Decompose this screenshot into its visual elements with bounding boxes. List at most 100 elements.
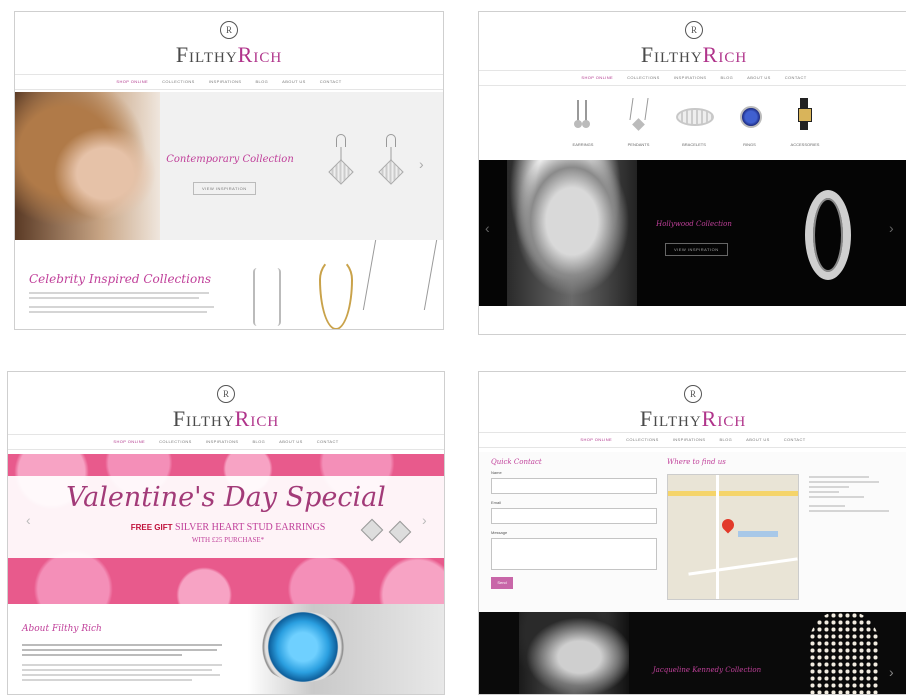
- name-input[interactable]: [491, 478, 657, 494]
- slider-prev-icon[interactable]: ‹: [26, 512, 31, 528]
- nav-collections[interactable]: COLLECTIONS: [159, 435, 192, 449]
- map-road-vertical: [716, 475, 719, 599]
- hero-title: Hollywood Collection: [656, 220, 732, 228]
- site-logo[interactable]: R FilthyRich: [479, 20, 906, 68]
- view-inspiration-button[interactable]: VIEW INSPIRATION: [665, 243, 728, 256]
- main-nav: SHOP ONLINE COLLECTIONS INSPIRATIONS BLO…: [479, 70, 906, 86]
- location-map[interactable]: [667, 474, 799, 600]
- logo-word-rich: Rich: [234, 406, 280, 431]
- nav-inspirations[interactable]: INSPIRATIONS: [674, 71, 707, 85]
- map-pin-icon: [719, 516, 737, 534]
- map-water: [738, 531, 778, 537]
- site-logo[interactable]: R FilthyRich: [15, 20, 443, 68]
- slider-next-icon[interactable]: ›: [419, 156, 424, 172]
- email-input[interactable]: [491, 508, 657, 524]
- hero-title: Jacqueline Kennedy Collection: [652, 666, 762, 674]
- logo-word-rich: Rich: [701, 406, 747, 431]
- nav-contact[interactable]: CONTACT: [317, 435, 339, 449]
- slider-next-icon[interactable]: ›: [889, 664, 894, 680]
- nav-blog[interactable]: BLOG: [720, 71, 733, 85]
- site-logo[interactable]: R FilthyRich: [479, 384, 906, 432]
- slider-next-icon[interactable]: ›: [422, 512, 427, 528]
- nav-about-us[interactable]: ABOUT US: [279, 435, 303, 449]
- main-nav: SHOP ONLINE COLLECTIONS INSPIRATIONS BLO…: [8, 434, 444, 450]
- hero-title: Contemporary Collection: [166, 154, 294, 165]
- slider-next-icon[interactable]: ›: [889, 220, 894, 236]
- category-rings-label: RINGS: [743, 142, 756, 147]
- category-bracelets[interactable]: BRACELETS: [670, 96, 718, 156]
- message-label: Message: [491, 530, 508, 535]
- banner-offer-line: FREE GIFT SILVER HEART STUD EARRINGS: [88, 522, 368, 533]
- nav-contact[interactable]: CONTACT: [320, 75, 342, 89]
- nav-shop-online[interactable]: SHOP ONLINE: [581, 71, 613, 85]
- nav-collections[interactable]: COLLECTIONS: [626, 433, 659, 447]
- category-accessories[interactable]: ACCESSORIES: [781, 96, 829, 156]
- nav-blog[interactable]: BLOG: [255, 75, 268, 89]
- send-button[interactable]: Send: [491, 577, 513, 589]
- hero-slider[interactable]: Hollywood Collection VIEW INSPIRATION ‹ …: [479, 160, 906, 306]
- site-logo[interactable]: R FilthyRich: [8, 384, 444, 432]
- ring-icon: [726, 96, 774, 132]
- category-pendants-label: PENDANTS: [627, 142, 650, 147]
- logo-word-filthy: Filthy: [639, 406, 702, 431]
- nav-about-us[interactable]: ABOUT US: [746, 433, 770, 447]
- valentines-banner[interactable]: Valentine's Day Special FREE GIFT SILVER…: [8, 454, 444, 604]
- nav-collections[interactable]: COLLECTIONS: [162, 75, 195, 89]
- about-section: About Filthy Rich: [8, 604, 444, 694]
- category-pendants[interactable]: PENDANTS: [615, 96, 663, 156]
- banner-white-band: Valentine's Day Special FREE GIFT SILVER…: [8, 476, 444, 558]
- logo-monogram: R: [217, 385, 235, 403]
- map-road-diagonal: [688, 557, 798, 576]
- eternity-ring-image: [805, 190, 851, 280]
- pendant-icon: [615, 96, 663, 132]
- nav-collections[interactable]: COLLECTIONS: [627, 71, 660, 85]
- logo-monogram: R: [685, 21, 703, 39]
- actress-photo: [519, 612, 629, 694]
- map-road-horizontal: [668, 491, 798, 496]
- offer-product: SILVER HEART STUD EARRINGS: [175, 522, 326, 533]
- logo-word-filthy: Filthy: [175, 42, 238, 67]
- category-earrings[interactable]: EARRINGS: [559, 96, 607, 156]
- bracelet-icon: [670, 96, 718, 132]
- heart-earring-image-2: [388, 520, 412, 544]
- nav-inspirations[interactable]: INSPIRATIONS: [206, 435, 239, 449]
- jewellery-image-gold-pendant: [319, 258, 353, 329]
- category-rings[interactable]: RINGS: [726, 96, 774, 156]
- nav-shop-online[interactable]: SHOP ONLINE: [116, 75, 148, 89]
- hero-slider[interactable]: Jacqueline Kennedy Collection ›: [479, 612, 906, 694]
- screenshot-contact-page: R FilthyRich SHOP ONLINE COLLECTIONS INS…: [478, 371, 906, 695]
- message-textarea[interactable]: [491, 538, 657, 570]
- nav-inspirations[interactable]: INSPIRATIONS: [209, 75, 242, 89]
- category-accessories-label: ACCESSORIES: [790, 142, 820, 147]
- watch-icon: [781, 96, 829, 132]
- name-label: Name: [491, 470, 502, 475]
- nav-shop-online[interactable]: SHOP ONLINE: [113, 435, 145, 449]
- map-title: Where to find us: [667, 458, 726, 466]
- address-block: [809, 476, 899, 512]
- screenshot-home-hollywood: R FilthyRich SHOP ONLINE COLLECTIONS INS…: [478, 11, 906, 335]
- model-photo: [15, 92, 160, 240]
- main-nav: SHOP ONLINE COLLECTIONS INSPIRATIONS BLO…: [479, 432, 906, 448]
- hero-slider[interactable]: Contemporary Collection VIEW INSPIRATION…: [15, 92, 443, 240]
- nav-inspirations[interactable]: INSPIRATIONS: [673, 433, 706, 447]
- jewellery-image-drop-earring: [253, 268, 281, 326]
- free-gift-label: FREE GIFT: [130, 523, 173, 532]
- nav-contact[interactable]: CONTACT: [785, 71, 807, 85]
- logo-monogram: R: [220, 21, 238, 39]
- screenshot-home-valentines: R FilthyRich SHOP ONLINE COLLECTIONS INS…: [7, 371, 445, 695]
- email-label: Email: [491, 500, 502, 505]
- about-title: About Filthy Rich: [22, 624, 102, 634]
- section-title: Celebrity Inspired Collections: [29, 272, 212, 286]
- category-strip: EARRINGS PENDANTS BRACELETS RINGS ACCESS…: [559, 96, 829, 156]
- logo-word-rich: Rich: [237, 42, 283, 67]
- slider-prev-icon[interactable]: ‹: [485, 220, 490, 236]
- nav-about-us[interactable]: ABOUT US: [747, 71, 771, 85]
- view-inspiration-button[interactable]: VIEW INSPIRATION: [193, 182, 256, 195]
- nav-shop-online[interactable]: SHOP ONLINE: [580, 433, 612, 447]
- offer-condition: WITH £25 PURCHASE*: [191, 536, 265, 544]
- screenshot-home-contemporary: R FilthyRich SHOP ONLINE COLLECTIONS INS…: [14, 11, 444, 330]
- nav-about-us[interactable]: ABOUT US: [282, 75, 306, 89]
- nav-blog[interactable]: BLOG: [719, 433, 732, 447]
- nav-contact[interactable]: CONTACT: [784, 433, 806, 447]
- nav-blog[interactable]: BLOG: [252, 435, 265, 449]
